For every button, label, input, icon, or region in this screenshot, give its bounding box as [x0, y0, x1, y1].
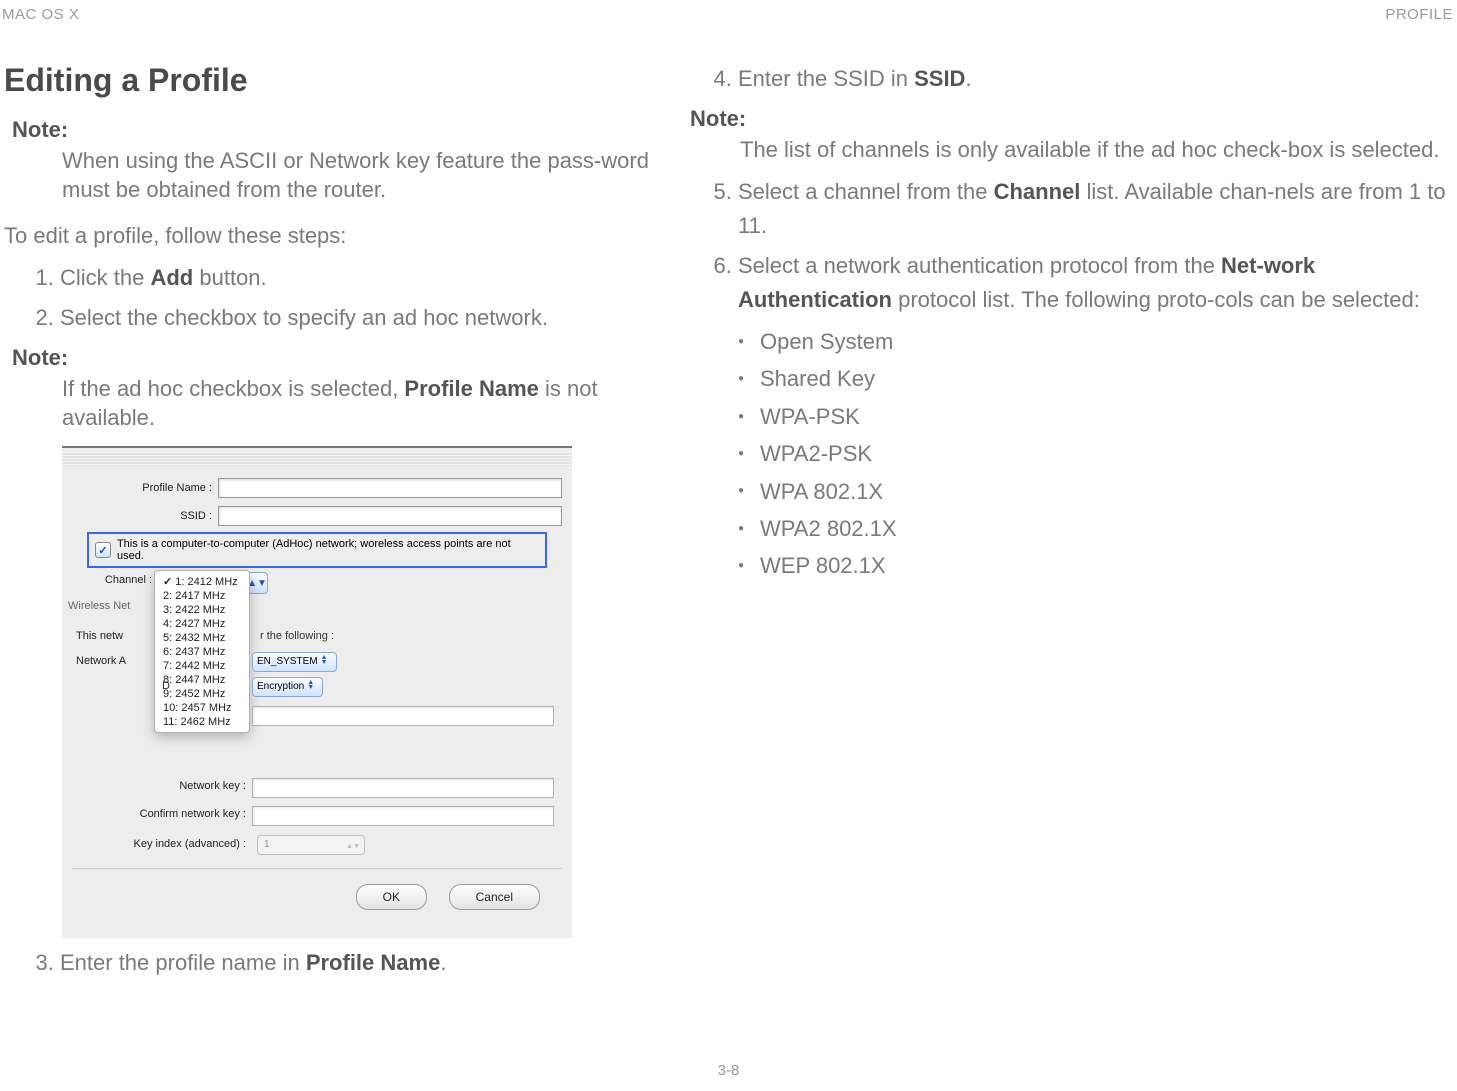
cancel-button[interactable]: Cancel	[449, 884, 540, 910]
step-6-pre: Select a network authentication protocol…	[738, 253, 1221, 278]
confirm-network-key-input[interactable]	[252, 806, 554, 826]
page-number: 3-8	[0, 1062, 1457, 1079]
data-encryption-select[interactable]: Encryption	[252, 677, 323, 697]
note2-pre: If the ad hoc checkbox is selected,	[62, 376, 404, 401]
steps-right-2: Select a channel from the Channel list. …	[710, 175, 1457, 317]
network-auth-label-partial: Network A	[76, 655, 126, 667]
wireless-label-partial: Wireless Net	[68, 600, 130, 612]
step-4-pre: Enter the SSID in	[738, 66, 914, 91]
step-4: Enter the SSID in SSID.	[738, 62, 1457, 96]
step-1-post: button.	[193, 265, 266, 290]
intro-text: To edit a profile, follow these steps:	[4, 222, 664, 251]
security-label-left: This netw	[76, 630, 123, 642]
step-1-pre: Click the	[60, 265, 150, 290]
protocol-list: Open System Shared Key WPA-PSK WPA2-PSK …	[738, 323, 1457, 585]
profile-name-input[interactable]	[218, 478, 562, 498]
step-6: Select a network authentication protocol…	[738, 249, 1457, 317]
adhoc-checkbox[interactable]: ✓	[95, 542, 111, 558]
protocol-item: WPA-PSK	[738, 398, 1457, 435]
step-3: Enter the profile name in Profile Name.	[60, 946, 664, 980]
channel-option[interactable]: 4: 2427 MHz	[155, 617, 249, 631]
steps-left: Click the Add button. Select the checkbo…	[32, 261, 664, 335]
steps-right-1: Enter the SSID in SSID.	[710, 62, 1457, 96]
channel-option[interactable]: 11: 2462 MHz	[155, 715, 249, 729]
ok-button[interactable]: OK	[356, 884, 427, 910]
data-encryption-label-partial: D	[162, 680, 170, 692]
protocol-item: WPA 802.1X	[738, 473, 1457, 510]
note-label-2: Note:	[12, 345, 664, 371]
protocol-item: WPA2 802.1X	[738, 510, 1457, 547]
protocol-item: WPA2-PSK	[738, 435, 1457, 472]
network-key-input[interactable]	[252, 778, 554, 798]
channel-label: Channel :	[62, 574, 152, 586]
network-key-label: Network key :	[62, 780, 246, 792]
channel-option[interactable]: 6: 2437 MHz	[155, 645, 249, 659]
step-1-bold: Add	[150, 265, 193, 290]
protocol-item: WEP 802.1X	[738, 547, 1457, 584]
extra-field[interactable]	[252, 706, 554, 726]
protocol-item: Open System	[738, 323, 1457, 360]
step-2: Select the checkbox to specify an ad hoc…	[60, 301, 664, 335]
security-label-right: r the following :	[260, 630, 334, 642]
steps-left-continued: Enter the profile name in Profile Name.	[32, 946, 664, 980]
key-index-select[interactable]: 1	[257, 835, 365, 855]
channel-option[interactable]: 3: 2422 MHz	[155, 603, 249, 617]
profile-name-label: Profile Name :	[62, 482, 218, 494]
channel-option[interactable]: 2: 2417 MHz	[155, 589, 249, 603]
note-body-2: If the ad hoc checkbox is selected, Prof…	[62, 375, 664, 432]
channel-option[interactable]: 1: 2412 MHz	[155, 574, 249, 589]
note-label-1: Note:	[12, 117, 664, 143]
confirm-network-key-label: Confirm network key :	[62, 808, 246, 820]
dialog-separator	[72, 868, 562, 869]
note-label-3: Note:	[690, 106, 1457, 132]
step-1: Click the Add button.	[60, 261, 664, 295]
step-4-post: .	[965, 66, 971, 91]
network-auth-select[interactable]: EN_SYSTEM	[252, 652, 337, 672]
step-4-bold: SSID	[914, 66, 965, 91]
ssid-label: SSID :	[62, 510, 218, 522]
key-index-label: Key index (advanced) :	[62, 838, 246, 850]
step-5-pre: Select a channel from the	[738, 179, 994, 204]
step-6-post: protocol list. The following proto-cols …	[892, 287, 1420, 312]
channel-option[interactable]: 5: 2432 MHz	[155, 631, 249, 645]
adhoc-checkbox-row[interactable]: ✓ This is a computer-to-computer (AdHoc)…	[87, 532, 547, 568]
note-body-3: The list of channels is only available i…	[740, 136, 1457, 165]
step-3-post: .	[440, 950, 446, 975]
profile-dialog: Profile Name : SSID : ✓ This is a comput…	[62, 446, 572, 938]
adhoc-text: This is a computer-to-computer (AdHoc) n…	[117, 538, 539, 562]
step-3-bold: Profile Name	[306, 950, 441, 975]
step-5: Select a channel from the Channel list. …	[738, 175, 1457, 243]
protocol-item: Shared Key	[738, 360, 1457, 397]
note2-bold: Profile Name	[404, 376, 539, 401]
step-3-pre: Enter the profile name in	[60, 950, 306, 975]
ssid-input[interactable]	[218, 506, 562, 526]
running-header-left: MAC OS X	[2, 6, 79, 23]
running-header-right: PROFILE	[1385, 6, 1453, 23]
channel-dropdown[interactable]: 1: 2412 MHz 2: 2417 MHz 3: 2422 MHz 4: 2…	[154, 570, 250, 733]
step-5-bold: Channel	[994, 179, 1081, 204]
note-body-1: When using the ASCII or Network key feat…	[62, 147, 664, 204]
channel-option[interactable]: 7: 2442 MHz	[155, 659, 249, 673]
window-stripes	[62, 452, 572, 466]
channel-option[interactable]: 10: 2457 MHz	[155, 701, 249, 715]
page-title: Editing a Profile	[4, 62, 664, 99]
